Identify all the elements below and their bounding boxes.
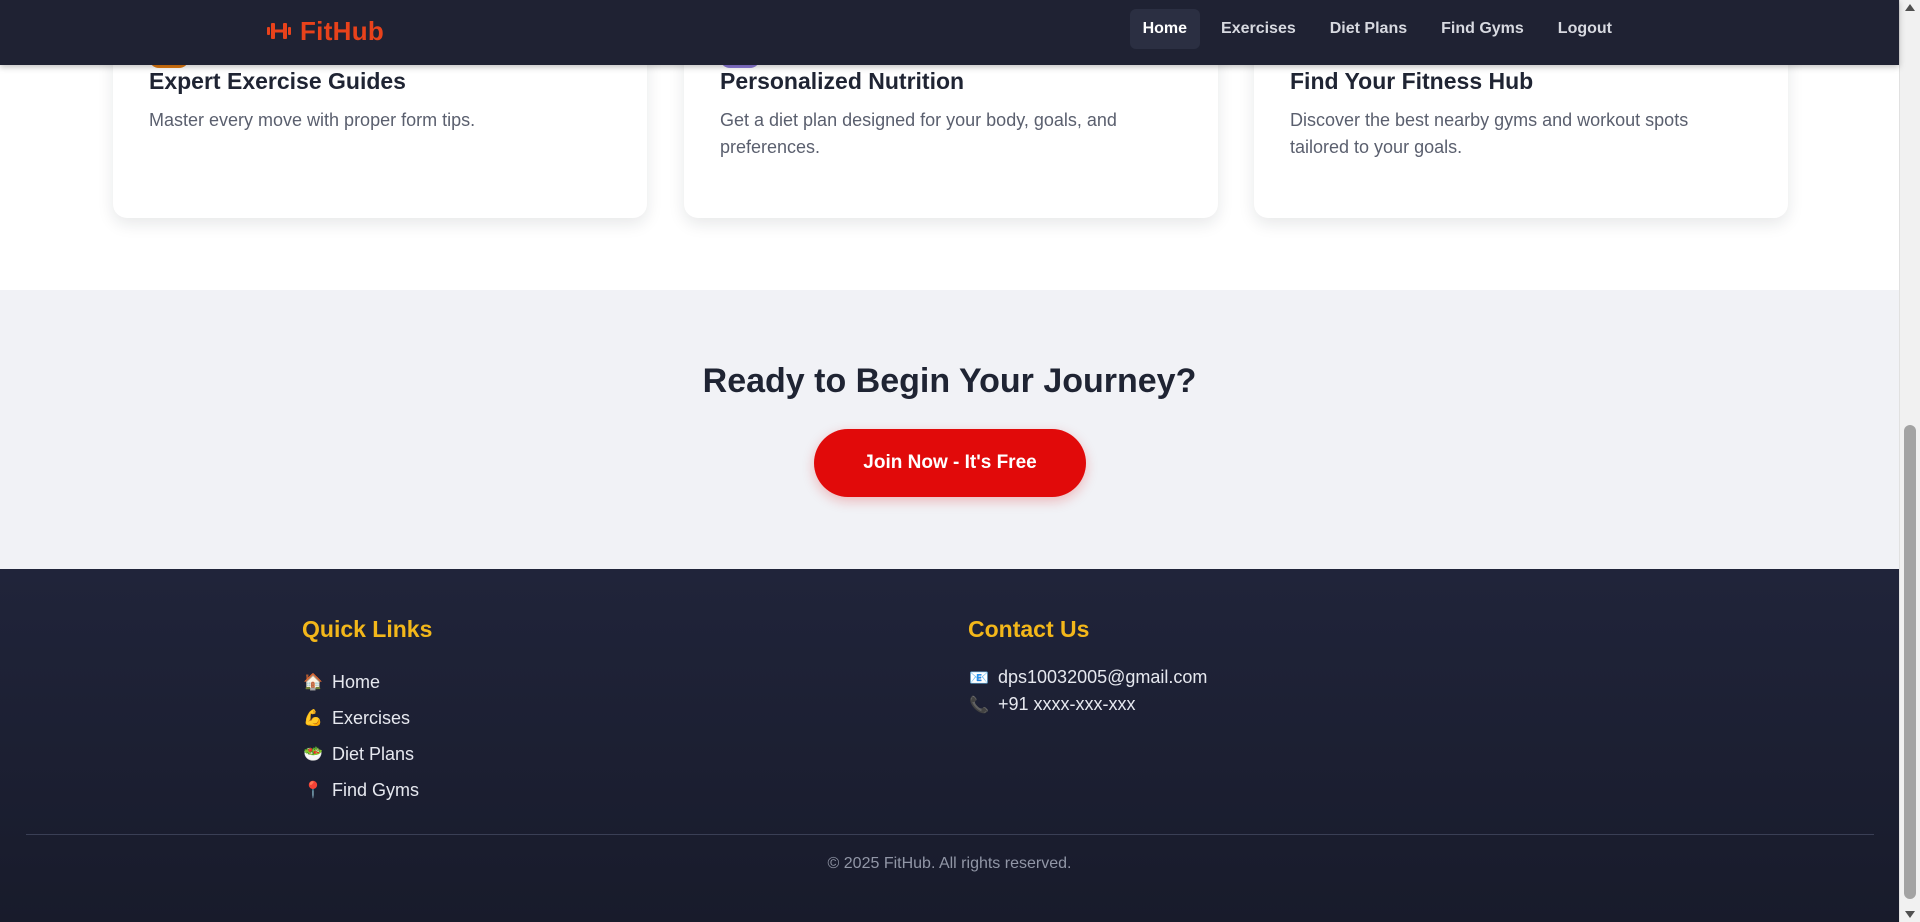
footer: Quick Links 🏠 Home 💪 Exercises 🥗 Diet Pl… xyxy=(0,569,1899,922)
contact-list: 📧 dps10032005@gmail.com 📞 +91 xxxx-xxx-x… xyxy=(968,664,1207,718)
nav-link-home[interactable]: Home xyxy=(1129,9,1201,49)
navbar: FitHub Home Exercises Diet Plans Find Gy… xyxy=(0,0,1899,65)
contact-phone: 📞 +91 xxxx-xxx-xxx xyxy=(968,691,1207,718)
scroll-up-icon[interactable] xyxy=(1905,4,1915,11)
footer-divider xyxy=(26,834,1874,835)
quick-links-title: Quick Links xyxy=(302,616,433,642)
footer-link-find-gyms[interactable]: Find Gyms xyxy=(332,780,419,801)
feature-description: Discover the best nearby gyms and workou… xyxy=(1290,110,1689,157)
feature-title: Personalized Nutrition xyxy=(720,68,965,94)
quick-links-list: 🏠 Home 💪 Exercises 🥗 Diet Plans 📍 Find G… xyxy=(302,664,419,808)
contact-email-text: dps10032005@gmail.com xyxy=(998,667,1208,687)
nav-link-exercises[interactable]: Exercises xyxy=(1208,9,1309,49)
contact-title: Contact Us xyxy=(968,616,1090,642)
scrollbar-thumb[interactable] xyxy=(1904,425,1916,899)
feature-title: Find Your Fitness Hub xyxy=(1290,68,1534,94)
contact-email: 📧 dps10032005@gmail.com xyxy=(968,664,1207,691)
brand-logo-link[interactable]: FitHub xyxy=(266,15,384,47)
footer-link-diet-plans[interactable]: Diet Plans xyxy=(332,744,414,765)
vertical-scrollbar[interactable] xyxy=(1899,0,1920,922)
scroll-down-icon[interactable] xyxy=(1905,911,1915,918)
cta-section: Ready to Begin Your Journey? Join Now - … xyxy=(0,290,1899,569)
email-icon: 📧 xyxy=(969,669,989,687)
feature-description: Master every move with proper form tips. xyxy=(149,110,476,130)
nav-link-logout[interactable]: Logout xyxy=(1545,9,1625,49)
flexed-biceps-icon: 💪 xyxy=(303,710,323,727)
list-item: 🏠 Home xyxy=(302,664,419,700)
nav-link-find-gyms[interactable]: Find Gyms xyxy=(1428,9,1537,49)
join-now-button[interactable]: Join Now - It's Free xyxy=(814,429,1086,497)
nav-links: Home Exercises Diet Plans Find Gyms Logo… xyxy=(1129,9,1625,49)
nav-link-diet-plans[interactable]: Diet Plans xyxy=(1317,9,1420,49)
footer-link-exercises[interactable]: Exercises xyxy=(332,708,410,729)
copyright: © 2025 FitHub. All rights reserved. xyxy=(827,855,1072,872)
house-icon: 🏠 xyxy=(303,674,323,691)
list-item: 📍 Find Gyms xyxy=(302,772,419,808)
pin-icon: 📍 xyxy=(303,782,323,799)
phone-icon: 📞 xyxy=(969,696,989,714)
salad-icon: 🥗 xyxy=(303,746,323,763)
list-item: 💪 Exercises xyxy=(302,700,419,736)
dumbbell-icon xyxy=(267,23,291,39)
cta-heading: Ready to Begin Your Journey? xyxy=(702,362,1197,400)
page: Expert Exercise Guides Master every move… xyxy=(0,0,1920,922)
list-item: 🥗 Diet Plans xyxy=(302,736,419,772)
feature-description: Get a diet plan designed for your body, … xyxy=(720,110,1117,157)
footer-link-home[interactable]: Home xyxy=(332,672,380,693)
contact-phone-text: +91 xxxx-xxx-xxx xyxy=(998,694,1136,714)
brand-name: FitHub xyxy=(300,15,385,46)
feature-title: Expert Exercise Guides xyxy=(149,68,406,94)
